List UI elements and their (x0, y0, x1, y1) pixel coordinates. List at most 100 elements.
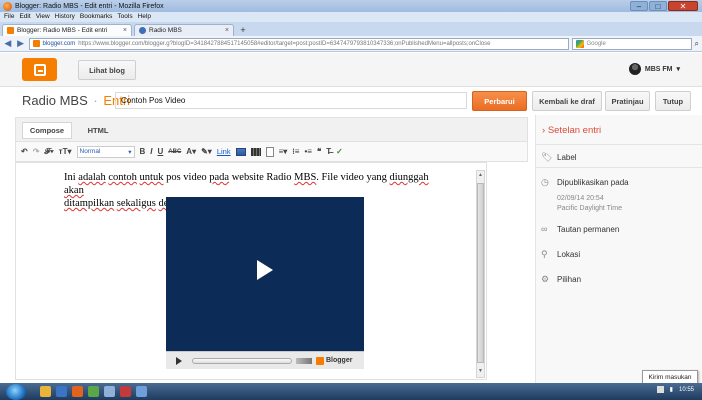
post-editor[interactable]: Ini adalah contoh untuk pos video pada w… (15, 162, 487, 380)
maximize-button[interactable]: □ (649, 1, 667, 11)
clear-formatting-icon[interactable]: T̶ (326, 147, 331, 156)
play-button[interactable] (176, 356, 182, 365)
taskbar-app-icon[interactable] (40, 386, 51, 397)
feedback-button[interactable]: Kirim masukan (642, 370, 698, 384)
quote-icon[interactable]: ❝ (317, 147, 321, 156)
start-button[interactable] (6, 383, 26, 400)
tab-html[interactable]: HTML (78, 122, 118, 139)
blog-name[interactable]: Radio MBS (22, 93, 88, 108)
search-button[interactable]: ⌕ (695, 39, 699, 49)
link-button[interactable]: Link (217, 147, 231, 156)
video-seek-bar[interactable] (192, 357, 292, 364)
misspelled-word: akan (64, 185, 84, 196)
window-titlebar: Blogger: Radio MBS - Edit entri - Mozill… (0, 0, 702, 12)
published-date: 02/09/14 20:54 (557, 195, 604, 202)
sidebar-item-location[interactable]: ⚲ Lokasi (536, 250, 702, 260)
editor-scrollbar[interactable]: ▲ ▼ (476, 170, 485, 378)
update-button[interactable]: Perbarui (472, 91, 527, 111)
spell-check-icon[interactable]: ✓ (336, 147, 343, 156)
sidebar-item-label: Pilihan (557, 275, 582, 284)
account-menu[interactable]: MBS FM ▾ (628, 63, 680, 75)
post-title-input[interactable]: Contoh Pos Video (115, 92, 467, 109)
play-icon[interactable] (257, 260, 273, 280)
flag-icon[interactable] (656, 386, 664, 393)
insert-image-icon[interactable] (235, 147, 246, 156)
new-tab-button[interactable]: + (236, 25, 250, 36)
scrollbar-thumb[interactable] (477, 183, 484, 363)
url-bar[interactable]: blogger.com https://www.blogger.com/blog… (28, 37, 569, 50)
sidebar-item-label: Lokasi (557, 250, 581, 259)
divider (536, 167, 702, 168)
sidebar-item-labels[interactable]: 🏷 Label (536, 153, 702, 163)
post-settings-header[interactable]: › Setelan entri (536, 115, 702, 145)
tab-blogger-edit[interactable]: Blogger: Radio MBS - Edit entri × (2, 24, 132, 36)
forward-button[interactable]: ▶ (16, 38, 26, 49)
volume-slider[interactable] (296, 357, 312, 364)
redo-icon[interactable]: ↷ (33, 147, 40, 156)
sidebar-item-published[interactable]: ◷ Dipublikasikan pada 02/09/14 20:54 Pac… (536, 178, 702, 214)
close-window-button[interactable]: ✕ (668, 1, 698, 11)
menu-history[interactable]: History (55, 12, 75, 22)
tab-compose[interactable]: Compose (22, 122, 72, 139)
taskbar-app-icon[interactable] (104, 386, 115, 397)
view-blog-button[interactable]: Lihat blog (78, 60, 136, 80)
menu-tools[interactable]: Tools (117, 12, 132, 22)
os-taskbar: ▮ 10:55 (0, 383, 702, 400)
chevron-down-icon: ▾ (676, 66, 680, 73)
close-editor-button[interactable]: Tutup (655, 91, 691, 111)
italic-icon[interactable]: I (150, 147, 152, 156)
underline-icon[interactable]: U (158, 147, 164, 156)
back-button[interactable]: ◀ (3, 38, 13, 49)
insert-video-icon[interactable] (250, 147, 261, 156)
menu-file[interactable]: File (4, 12, 14, 22)
editor-header: Radio MBS · Entri Contoh Pos Video Perba… (0, 87, 702, 115)
misspelled-word: MBS (294, 172, 317, 183)
search-input[interactable]: Google (571, 37, 692, 50)
bold-icon[interactable]: B (140, 147, 146, 156)
align-icon[interactable]: ≡▾ (279, 147, 288, 156)
scroll-down-icon[interactable]: ▼ (477, 368, 484, 376)
tab-close-icon[interactable]: × (225, 27, 229, 34)
font-size-icon[interactable]: тT▾ (59, 147, 72, 156)
misspelled-word: adalah (78, 172, 106, 183)
minimize-button[interactable]: – (630, 1, 648, 11)
site-favicon-icon (139, 27, 146, 34)
search-placeholder: Google (586, 40, 606, 47)
tab-radio-mbs[interactable]: Radio MBS × (134, 24, 234, 36)
embedded-video[interactable]: Blogger (166, 197, 364, 369)
tab-close-icon[interactable]: × (123, 27, 127, 34)
blogger-logo[interactable] (22, 58, 57, 81)
menu-bookmarks[interactable]: Bookmarks (80, 12, 113, 22)
text-color-icon[interactable]: A▾ (186, 147, 196, 156)
published-group: Dipublikasikan pada 02/09/14 20:54 Pacif… (557, 178, 629, 214)
sidebar-item-permalink[interactable]: ∞ Tautan permanen (536, 224, 702, 235)
sidebar-item-options[interactable]: ⚙ Pilihan (536, 275, 702, 285)
format-select-value: Normal (79, 148, 101, 155)
misspelled-word: ditampilkan (64, 198, 115, 209)
taskbar-app-icon[interactable] (136, 386, 147, 397)
bulleted-list-icon[interactable]: •≡ (304, 147, 311, 156)
undo-icon[interactable]: ↶ (21, 147, 28, 156)
firefox-taskbar-icon[interactable] (72, 386, 83, 397)
menu-edit[interactable]: Edit (19, 12, 30, 22)
link-icon: ∞ (541, 224, 548, 234)
strikethrough-icon[interactable]: ABC (168, 149, 181, 155)
preview-button[interactable]: Pratinjau (605, 91, 650, 111)
numbered-list-icon[interactable]: ⁝≡ (292, 147, 299, 156)
taskbar-app-icon[interactable] (88, 386, 99, 397)
menu-view[interactable]: View (36, 12, 50, 22)
taskbar-app-icon[interactable] (120, 386, 131, 397)
font-family-icon[interactable]: 𝓕▾ (44, 147, 53, 157)
video-brand-label: Blogger (326, 357, 353, 364)
menu-help[interactable]: Help (138, 12, 151, 22)
insert-jump-break-icon[interactable] (265, 146, 274, 157)
clock[interactable]: 10:55 (679, 387, 694, 393)
google-icon (575, 39, 584, 48)
highlight-color-icon[interactable]: ✎▾ (201, 147, 212, 156)
network-icon[interactable]: ▮ (670, 386, 673, 393)
taskbar-app-icon[interactable] (56, 386, 67, 397)
format-select[interactable]: Normal ▾ (76, 145, 135, 158)
scroll-up-icon[interactable]: ▲ (477, 172, 484, 180)
avatar (628, 63, 641, 75)
revert-to-draft-button[interactable]: Kembali ke draf (532, 91, 602, 111)
